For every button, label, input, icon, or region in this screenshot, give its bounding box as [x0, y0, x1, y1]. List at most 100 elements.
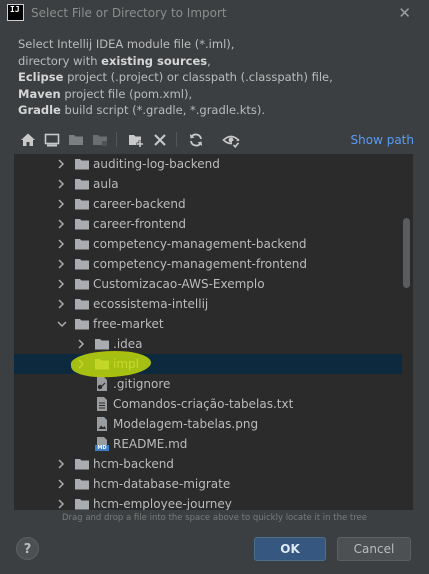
description-emphasis: Maven [18, 86, 61, 101]
tree-row-label: hcm-backend [93, 457, 174, 471]
description-text: project (.project) or classpath (.classp… [63, 70, 333, 84]
tree-folder-row[interactable]: career-frontend [14, 214, 402, 234]
gitignore-file-icon [94, 376, 110, 392]
description-line: Gradle build script (*.gradle, *.gradle.… [18, 102, 418, 119]
import-description: Select Intellij IDEA module file (*.iml)… [18, 36, 418, 119]
intellij-logo-icon: IJ [7, 4, 24, 21]
folder-icon [74, 496, 90, 510]
ok-button[interactable]: OK [254, 537, 326, 561]
description-text: project file (pom.xml), [60, 86, 193, 101]
chevron-right-icon[interactable] [56, 278, 66, 290]
folder-icon [74, 296, 90, 312]
description-line: directory with existing sources, [18, 53, 418, 70]
tree-folder-row[interactable]: free-market [14, 314, 402, 334]
refresh-icon[interactable] [186, 130, 206, 150]
folder-icon [94, 336, 110, 352]
tree-row-label: .idea [113, 337, 143, 351]
tree-file-row[interactable]: .gitignore [14, 374, 402, 394]
module-directory-icon[interactable] [90, 130, 110, 150]
close-icon[interactable]: ✕ [398, 4, 411, 22]
chevron-right-icon[interactable] [56, 158, 66, 170]
delete-icon[interactable] [150, 130, 170, 150]
tree-folder-row[interactable]: competency-management-backend [14, 234, 402, 254]
folder-icon [74, 216, 90, 232]
image-file-icon [94, 416, 110, 432]
folder-icon [74, 176, 90, 192]
tree-folder-row[interactable]: competency-management-frontend [14, 254, 402, 274]
chevron-right-icon[interactable] [76, 338, 86, 350]
folder-icon [74, 236, 90, 252]
tree-folder-row[interactable]: Customizacao-AWS-Exemplo [14, 274, 402, 294]
chevron-right-icon[interactable] [56, 258, 66, 270]
tree-file-row[interactable]: Modelagem-tabelas.png [14, 414, 402, 434]
tree-folder-row[interactable]: ecossistema-intellij [14, 294, 402, 314]
description-line: Select Intellij IDEA module file (*.iml)… [18, 36, 418, 53]
tree-row-label: auditing-log-backend [93, 157, 220, 171]
toolbar-separator [176, 132, 177, 147]
cancel-button[interactable]: Cancel [337, 537, 411, 561]
folder-icon [74, 156, 90, 172]
markdown-file-icon: MD [94, 436, 110, 452]
tree-folder-row[interactable]: hcm-backend [14, 454, 402, 474]
chevron-down-icon[interactable] [56, 318, 67, 330]
tree-row-label: aula [93, 177, 119, 191]
tree-row-label: hcm-employee-journey [93, 497, 232, 510]
description-line: Maven project file (pom.xml), [18, 86, 418, 103]
description-text: build script (*.gradle, *.gradle.kts). [60, 103, 266, 117]
tree-row-label: Customizacao-AWS-Exemplo [93, 277, 265, 291]
folder-icon [74, 456, 90, 472]
chevron-right-icon[interactable] [56, 238, 66, 250]
folder-icon [74, 196, 90, 212]
tree-row-label: career-backend [93, 197, 186, 211]
show-hidden-files-icon[interactable] [221, 130, 241, 150]
tree-row-label: competency-management-frontend [93, 257, 308, 271]
chevron-right-icon[interactable] [56, 498, 66, 510]
folder-icon [74, 476, 90, 492]
tree-folder-row[interactable]: hcm-database-migrate [14, 474, 402, 494]
chevron-right-icon[interactable] [56, 218, 66, 230]
description-emphasis: Gradle [18, 103, 61, 117]
chevron-right-icon[interactable] [56, 298, 66, 310]
tree-row-label: career-frontend [93, 217, 187, 231]
tree-scrollbar-thumb[interactable] [403, 218, 410, 288]
tree-file-row[interactable]: MD README.md [14, 434, 402, 454]
tree-row-label: competency-management-backend [93, 237, 307, 251]
description-text: Select Intellij IDEA module file (*.iml)… [18, 37, 235, 51]
toolbar-separator [116, 132, 117, 147]
home-directory-icon[interactable] [18, 130, 38, 150]
md-badge: MD [97, 445, 107, 451]
chevron-right-icon[interactable] [56, 458, 66, 470]
help-button[interactable]: ? [16, 537, 39, 560]
show-path-link[interactable]: Show path [351, 133, 414, 147]
desktop-directory-icon[interactable] [42, 130, 62, 150]
folder-icon [74, 256, 90, 272]
tree-folder-row[interactable]: aula [14, 174, 402, 194]
project-directory-icon[interactable] [66, 130, 86, 150]
file-tree[interactable]: auditing-log-backend aula career-backend ca… [14, 154, 413, 510]
new-folder-icon[interactable] [126, 130, 146, 150]
tree-row-label: ecossistema-intellij [93, 297, 209, 311]
tree-folder-row[interactable]: .idea [14, 334, 402, 354]
tree-row-label: README.md [113, 437, 188, 451]
folder-icon [74, 316, 90, 332]
tree-row-label: hcm-database-migrate [93, 477, 231, 491]
description-text: directory with [18, 53, 102, 68]
dialog-title: Select File or Directory to Import [31, 6, 227, 20]
text-file-icon [94, 396, 110, 412]
title-bar: IJ Select File or Directory to Import ✕ [0, 0, 429, 28]
chevron-right-icon[interactable] [56, 178, 66, 190]
tree-row-label: free-market [93, 317, 164, 331]
tree-row-label: Comandos-criação-tabelas.txt [113, 397, 294, 411]
tree-folder-row[interactable]: hcm-employee-journey [14, 494, 402, 510]
chevron-right-icon[interactable] [56, 478, 66, 490]
tree-row-label: .gitignore [113, 377, 171, 391]
tree-folder-row[interactable]: career-backend [14, 194, 402, 214]
chevron-right-icon[interactable] [56, 198, 66, 210]
tree-file-row[interactable]: Comandos-criação-tabelas.txt [14, 394, 402, 414]
description-emphasis: existing sources [101, 53, 208, 68]
drag-drop-hint: Drag and drop a file into the space abov… [61, 513, 367, 523]
description-line: Eclipse project (.project) or classpath … [18, 69, 418, 86]
tree-folder-row[interactable]: auditing-log-backend [14, 154, 402, 174]
description-text: , [207, 53, 211, 68]
tree-row-label: Modelagem-tabelas.png [113, 417, 259, 431]
